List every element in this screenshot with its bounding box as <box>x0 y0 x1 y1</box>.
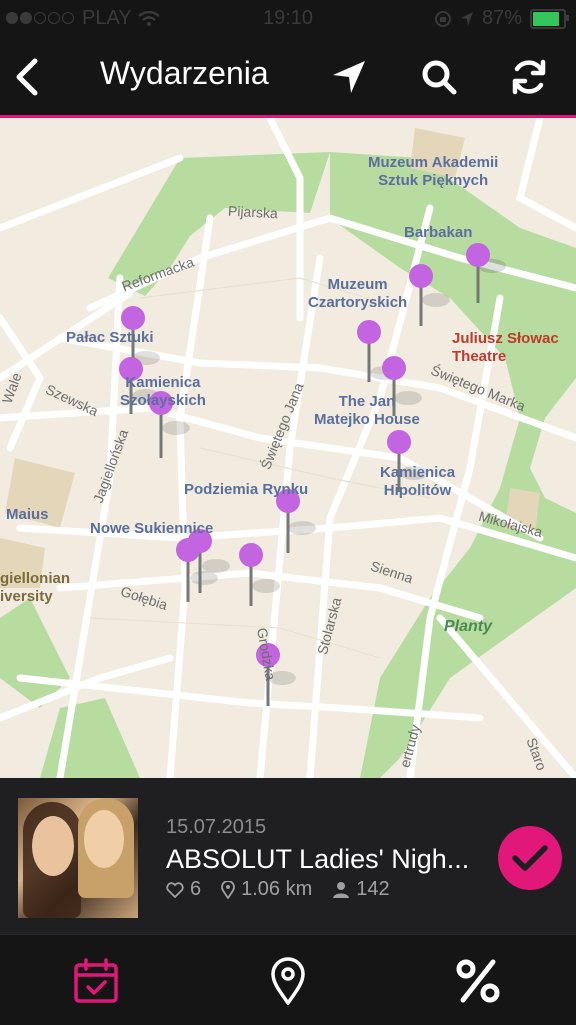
page-title: Wydarzenia <box>100 55 269 91</box>
event-pin[interactable] <box>176 538 200 602</box>
refresh-button[interactable] <box>506 54 552 100</box>
poi-label: Muzeum Czartoryskich <box>308 276 408 311</box>
poi-label: Muzeum Akademii Sztuk Pięknych <box>368 154 499 189</box>
event-stats: 6 1.06 km 142 <box>166 878 410 901</box>
refresh-icon <box>512 59 546 95</box>
search-button[interactable] <box>416 54 462 100</box>
lock-rotation-icon <box>434 10 451 27</box>
poi-label: The Jan Matejko House <box>314 393 420 428</box>
park-label: Planty <box>444 618 493 635</box>
attend-button[interactable] <box>498 826 562 890</box>
search-icon <box>422 60 457 95</box>
poi-label: Nowe Sukiennice <box>90 520 214 537</box>
tab-bar <box>0 934 576 1025</box>
poi-label: Maius <box>6 506 49 523</box>
navigation-arrow-icon <box>333 61 365 93</box>
poi-label: Pałac Sztuki <box>66 329 154 346</box>
location-arrow-icon <box>460 11 473 26</box>
battery-icon <box>530 8 569 29</box>
poi-label: Podziemia Rynku <box>184 481 309 498</box>
battery-percent: 87% <box>481 7 522 29</box>
chevron-left-icon <box>16 58 38 96</box>
poi-label: Barbakan <box>404 224 473 241</box>
back-button[interactable] <box>4 54 50 100</box>
person-icon <box>333 881 350 898</box>
poi-label: giellonian iversity <box>0 570 71 605</box>
events-map[interactable]: Muzeum Akademii Sztuk Pięknych Barbakan … <box>0 118 576 778</box>
navigation-bar: Wydarzenia <box>0 38 576 118</box>
tab-map[interactable] <box>258 955 318 1007</box>
poi-label: Kamienica Szołayskich <box>120 374 206 409</box>
attendees-stat: 142 <box>332 878 390 901</box>
poi-label: Juliusz Słowac Theatre <box>452 330 559 365</box>
tab-events[interactable] <box>66 955 126 1007</box>
distance-stat: 1.06 km <box>221 878 312 901</box>
calendar-check-icon <box>74 958 118 1003</box>
event-thumbnail[interactable] <box>18 798 138 918</box>
map-pin-icon <box>271 957 305 1005</box>
selected-event-card[interactable]: 15.07.2015 ABSOLUT Ladies' Nigh... 6 1.0… <box>0 778 576 934</box>
street-label: Pijarska <box>227 202 279 222</box>
location-pin-icon <box>221 880 236 899</box>
percent-icon <box>456 959 500 1003</box>
map-base-layer <box>0 118 576 778</box>
likes-count: 6 <box>190 878 202 900</box>
park-area <box>40 698 140 778</box>
checkmark-icon <box>512 845 548 871</box>
likes-stat: 6 <box>166 878 201 901</box>
heart-icon <box>166 881 184 898</box>
distance-value: 1.06 km <box>241 878 313 900</box>
event-date: 15.07.2015 <box>166 816 267 838</box>
locate-me-button[interactable] <box>326 54 372 100</box>
event-title[interactable]: ABSOLUT Ladies' Nigh... <box>166 844 476 875</box>
status-bar: PLAY 19:10 87% <box>0 0 576 38</box>
tab-discounts[interactable] <box>448 955 508 1007</box>
attendees-count: 142 <box>356 878 390 900</box>
status-right: 87% <box>434 7 569 30</box>
poi-label: Kamienica Hipolitów <box>380 464 456 499</box>
